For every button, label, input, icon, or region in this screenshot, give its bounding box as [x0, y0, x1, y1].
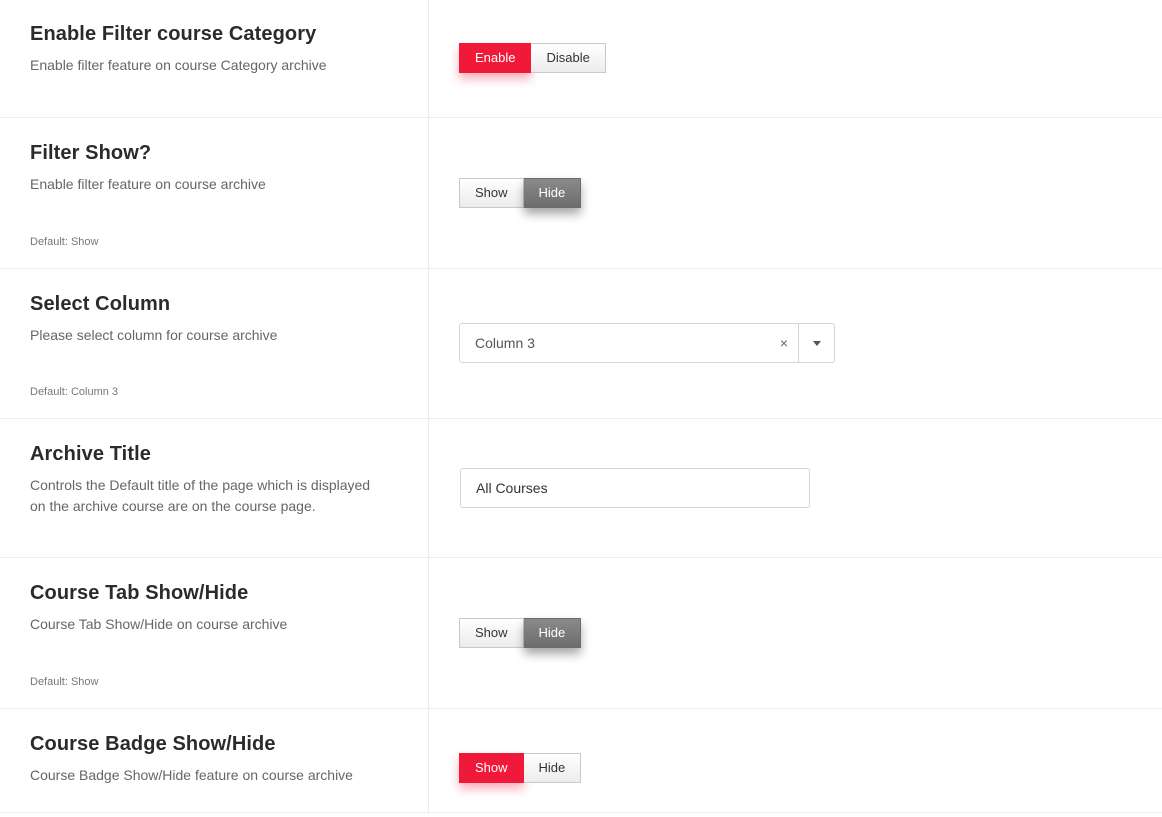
settings-panel: Enable Filter course Category Enable fil…	[0, 0, 1162, 813]
dropdown-arrow[interactable]	[798, 324, 834, 362]
setting-control-column: Enable Disable	[429, 0, 1162, 117]
show-button[interactable]: Show	[459, 178, 524, 208]
setting-description: Course Tab Show/Hide on course archive	[30, 616, 288, 632]
archive-title-input[interactable]	[460, 468, 810, 508]
setting-description: Controls the Default title of the page w…	[30, 475, 398, 517]
setting-description: Please select column for course archive	[30, 327, 278, 343]
setting-label-column: Course Tab Show/Hide Course Tab Show/Hid…	[0, 558, 429, 708]
show-hide-toggle: Show Hide	[459, 178, 582, 208]
setting-title: Enable Filter course Category	[30, 23, 317, 45]
hide-button[interactable]: Hide	[523, 618, 582, 648]
chevron-down-icon	[812, 340, 821, 346]
setting-row-course-badge: Course Badge Show/Hide Course Badge Show…	[0, 709, 1162, 813]
setting-control-column	[429, 419, 1162, 557]
setting-row-filter-show: Filter Show? Enable filter feature on co…	[0, 118, 1162, 269]
default-note: Default: Show	[30, 676, 99, 688]
column-select[interactable]: Column 3 ×	[459, 323, 835, 363]
default-note: Default: Column 3	[30, 386, 119, 398]
setting-label-column: Course Badge Show/Hide Course Badge Show…	[0, 709, 429, 812]
default-note: Default: Show	[30, 236, 99, 248]
setting-label-column: Enable Filter course Category Enable fil…	[0, 0, 429, 117]
setting-title: Select Column	[30, 293, 171, 315]
setting-title: Course Badge Show/Hide	[30, 733, 276, 755]
setting-row-filter-category: Enable Filter course Category Enable fil…	[0, 0, 1162, 118]
hide-button[interactable]: Hide	[523, 178, 582, 208]
setting-description: Course Badge Show/Hide feature on course…	[30, 767, 353, 783]
setting-label-column: Select Column Please select column for c…	[0, 269, 429, 418]
setting-title: Archive Title	[30, 443, 151, 465]
enable-button[interactable]: Enable	[459, 43, 532, 73]
disable-button[interactable]: Disable	[531, 43, 606, 73]
setting-title: Course Tab Show/Hide	[30, 582, 249, 604]
setting-control-column: Show Hide	[429, 709, 1162, 812]
setting-label-column: Archive Title Controls the Default title…	[0, 419, 429, 557]
setting-title: Filter Show?	[30, 142, 152, 164]
clear-icon[interactable]: ×	[770, 324, 798, 362]
hide-button[interactable]: Hide	[523, 753, 582, 783]
setting-description-line: on the archive course are on the course …	[30, 498, 316, 514]
setting-row-select-column: Select Column Please select column for c…	[0, 269, 1162, 419]
setting-description: Enable filter feature on course Category…	[30, 57, 327, 73]
show-hide-toggle: Show Hide	[459, 753, 582, 783]
setting-row-course-tab: Course Tab Show/Hide Course Tab Show/Hid…	[0, 558, 1162, 709]
show-button[interactable]: Show	[459, 753, 524, 783]
column-select-value[interactable]: Column 3	[460, 324, 770, 362]
enable-disable-toggle: Enable Disable	[459, 43, 606, 73]
show-hide-toggle: Show Hide	[459, 618, 582, 648]
setting-control-column: Column 3 ×	[429, 269, 1162, 418]
setting-description-line: Controls the Default title of the page w…	[30, 477, 371, 493]
setting-label-column: Filter Show? Enable filter feature on co…	[0, 118, 429, 268]
setting-description: Enable filter feature on course archive	[30, 176, 266, 192]
show-button[interactable]: Show	[459, 618, 524, 648]
setting-control-column: Show Hide	[429, 558, 1162, 708]
setting-row-archive-title: Archive Title Controls the Default title…	[0, 419, 1162, 558]
setting-control-column: Show Hide	[429, 118, 1162, 268]
